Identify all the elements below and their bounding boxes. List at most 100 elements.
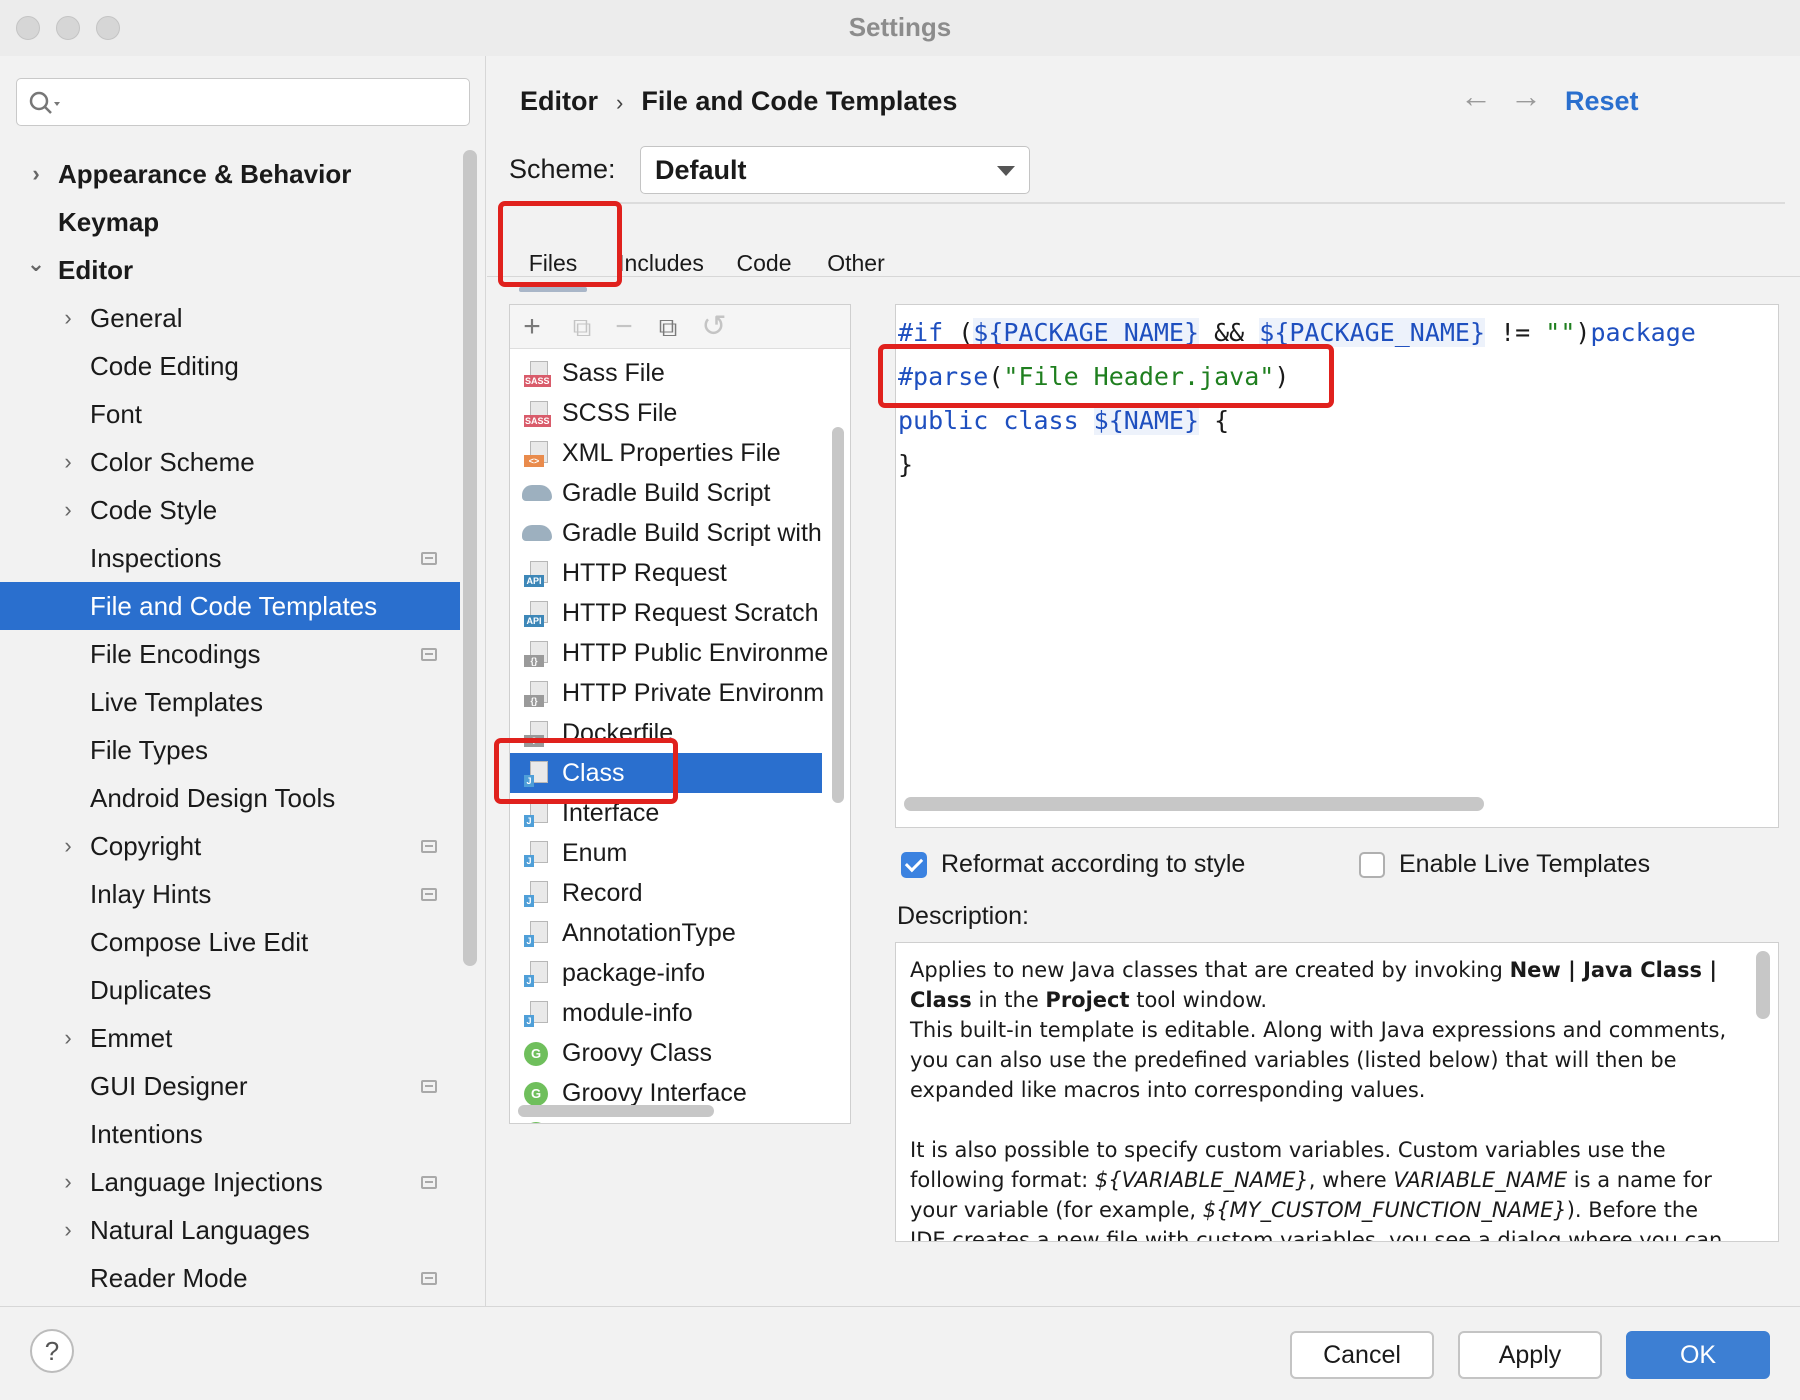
code-area[interactable]: #if (${PACKAGE_NAME} && ${PACKAGE_NAME} … (898, 311, 1696, 487)
code-token: ${NAME} (1093, 406, 1200, 435)
settings-tree: › Appearance & Behavior Keymap ⌄ Editor › Gene… (0, 150, 460, 1302)
template-item-interface[interactable]: J Interface (510, 793, 850, 833)
chevron-right-icon[interactable]: › (58, 438, 78, 486)
sidebar-item-label: Code Editing (90, 351, 239, 381)
sidebar-item-inspections[interactable]: Inspections (0, 534, 460, 582)
forward-arrow-icon[interactable]: → (1510, 78, 1542, 115)
sidebar-item-code-style[interactable]: › Code Style (0, 486, 460, 534)
sidebar-item-code-editing[interactable]: Code Editing (0, 342, 460, 390)
chevron-right-icon[interactable]: › (58, 486, 78, 534)
reformat-checkbox[interactable] (901, 852, 927, 878)
sidebar-item-file-and-code-templates[interactable]: File and Code Templates (0, 582, 460, 630)
sidebar-item-compose-live-edit[interactable]: Compose Live Edit (0, 918, 460, 966)
project-settings-icon (421, 888, 437, 901)
sidebar-item-label: Font (90, 399, 143, 429)
template-item-http-request-scratch[interactable]: API HTTP Request Scratch (510, 593, 850, 633)
chevron-down-icon[interactable]: ⌄ (26, 240, 46, 288)
chevron-right-icon[interactable]: › (58, 1014, 78, 1062)
template-item-package-info[interactable]: Jpackage-info (510, 953, 850, 993)
description-scrollbar[interactable] (1756, 951, 1770, 1019)
sidebar-item-live-templates[interactable]: Live Templates (0, 678, 460, 726)
settings-search-input[interactable] (16, 78, 470, 126)
sidebar-item-inlay-hints[interactable]: Inlay Hints (0, 870, 460, 918)
tab-code[interactable]: Code (729, 234, 799, 294)
template-item-sass-file[interactable]: SASS Sass File (510, 353, 850, 393)
template-item-http-public-environme[interactable]: {} HTTP Public Environme (510, 633, 850, 673)
scheme-select[interactable]: Default (640, 146, 1030, 194)
live-templates-checkbox[interactable] (1359, 852, 1385, 878)
sidebar-item-intentions[interactable]: Intentions (0, 1110, 460, 1158)
sass-file-icon: SASS (524, 401, 552, 427)
sidebar-item-file-types[interactable]: File Types (0, 726, 460, 774)
sidebar-item-language-injections[interactable]: › Language Injections (0, 1158, 460, 1206)
sidebar-item-copyright[interactable]: › Copyright (0, 822, 460, 870)
reset-link[interactable]: Reset (1565, 86, 1639, 117)
template-item-dockerfile[interactable]: ? Dockerfile (510, 713, 850, 753)
live-templates-option[interactable]: Enable Live Templates (1359, 850, 1650, 879)
code-line: #if (${PACKAGE_NAME} && ${PACKAGE_NAME} … (898, 311, 1696, 355)
sidebar-item-appearance-behavior[interactable]: › Appearance & Behavior (0, 150, 460, 198)
sidebar-item-keymap[interactable]: Keymap (0, 198, 460, 246)
sidebar-item-label: File Encodings (90, 639, 261, 669)
list-vertical-scrollbar[interactable] (832, 427, 844, 803)
template-item-enum[interactable]: J Enum (510, 833, 850, 873)
sidebar-item-editor[interactable]: ⌄ Editor (0, 246, 460, 294)
sidebar-item-font[interactable]: Font (0, 390, 460, 438)
editor-horizontal-scrollbar[interactable] (904, 797, 1484, 811)
cancel-button[interactable]: Cancel (1290, 1331, 1434, 1379)
description-label: Description: (897, 902, 1029, 930)
template-editor[interactable]: #if (${PACKAGE_NAME} && ${PACKAGE_NAME} … (895, 304, 1779, 828)
list-horizontal-scrollbar[interactable] (518, 1105, 714, 1117)
template-item-gradle-build-script-with[interactable]: Gradle Build Script with (510, 513, 850, 553)
template-item-class[interactable]: J Class (510, 753, 822, 793)
tab-other[interactable]: Other (819, 234, 893, 294)
template-item-record[interactable]: J Record (510, 873, 850, 913)
java-file-icon: J (524, 801, 552, 827)
sass-file-icon: SASS (524, 361, 552, 387)
back-arrow-icon[interactable]: ← (1460, 78, 1492, 115)
template-item-http-request[interactable]: API HTTP Request (510, 553, 850, 593)
code-token: ${PACKAGE_NAME} (1259, 318, 1486, 347)
sidebar-item-general[interactable]: › General (0, 294, 460, 342)
gradle-icon (522, 525, 552, 541)
apply-button[interactable]: Apply (1458, 1331, 1602, 1379)
sidebar-item-duplicates[interactable]: Duplicates (0, 966, 460, 1014)
template-item-http-private-environm[interactable]: {} HTTP Private Environm (510, 673, 850, 713)
chevron-right-icon[interactable]: › (58, 294, 78, 342)
template-item-module-info[interactable]: Jmodule-info (510, 993, 850, 1033)
tab-files[interactable]: Files (513, 234, 593, 294)
template-item-scss-file[interactable]: SASS SCSS File (510, 393, 850, 433)
remove-template-icon[interactable]: − (606, 309, 642, 345)
sidebar-item-file-encodings[interactable]: File Encodings (0, 630, 460, 678)
sidebar-item-android-design-tools[interactable]: Android Design Tools (0, 774, 460, 822)
sidebar-item-label: Duplicates (90, 975, 212, 1005)
sidebar-scrollbar[interactable] (463, 150, 477, 966)
template-item-label: HTTP Request (562, 559, 727, 587)
copy-template-icon[interactable]: ⧉ (650, 309, 686, 345)
sidebar-item-gui-designer[interactable]: GUI Designer (0, 1062, 460, 1110)
ok-button[interactable]: OK (1626, 1331, 1770, 1379)
chevron-right-icon[interactable]: › (58, 1158, 78, 1206)
sidebar-item-reader-mode[interactable]: Reader Mode (0, 1254, 460, 1302)
template-item-gradle-build-script[interactable]: Gradle Build Script (510, 473, 850, 513)
project-settings-icon (421, 840, 437, 853)
tab-includes[interactable]: Includes (611, 234, 711, 294)
template-item-xml-properties-file[interactable]: <> XML Properties File (510, 433, 850, 473)
chevron-right-icon[interactable]: › (58, 1206, 78, 1254)
sidebar-item-emmet[interactable]: › Emmet (0, 1014, 460, 1062)
chevron-right-icon[interactable]: › (58, 822, 78, 870)
template-item-annotationtype[interactable]: J AnnotationType (510, 913, 850, 953)
divider (505, 202, 1785, 204)
template-item-groovy-class[interactable]: G Groovy Class (510, 1033, 850, 1073)
add-child-template-icon[interactable]: ⧉ (564, 309, 600, 345)
template-item-label: SCSS File (562, 399, 678, 427)
revert-icon[interactable]: ↺ (696, 309, 732, 345)
java-file-icon: J (524, 881, 552, 907)
breadcrumb-parent[interactable]: Editor (520, 86, 598, 116)
help-icon[interactable]: ? (30, 1329, 74, 1373)
reformat-option[interactable]: Reformat according to style (901, 850, 1245, 879)
sidebar-item-natural-languages[interactable]: › Natural Languages (0, 1206, 460, 1254)
sidebar-item-color-scheme[interactable]: › Color Scheme (0, 438, 460, 486)
add-template-icon[interactable]: + (514, 309, 550, 345)
chevron-right-icon[interactable]: › (26, 150, 46, 198)
